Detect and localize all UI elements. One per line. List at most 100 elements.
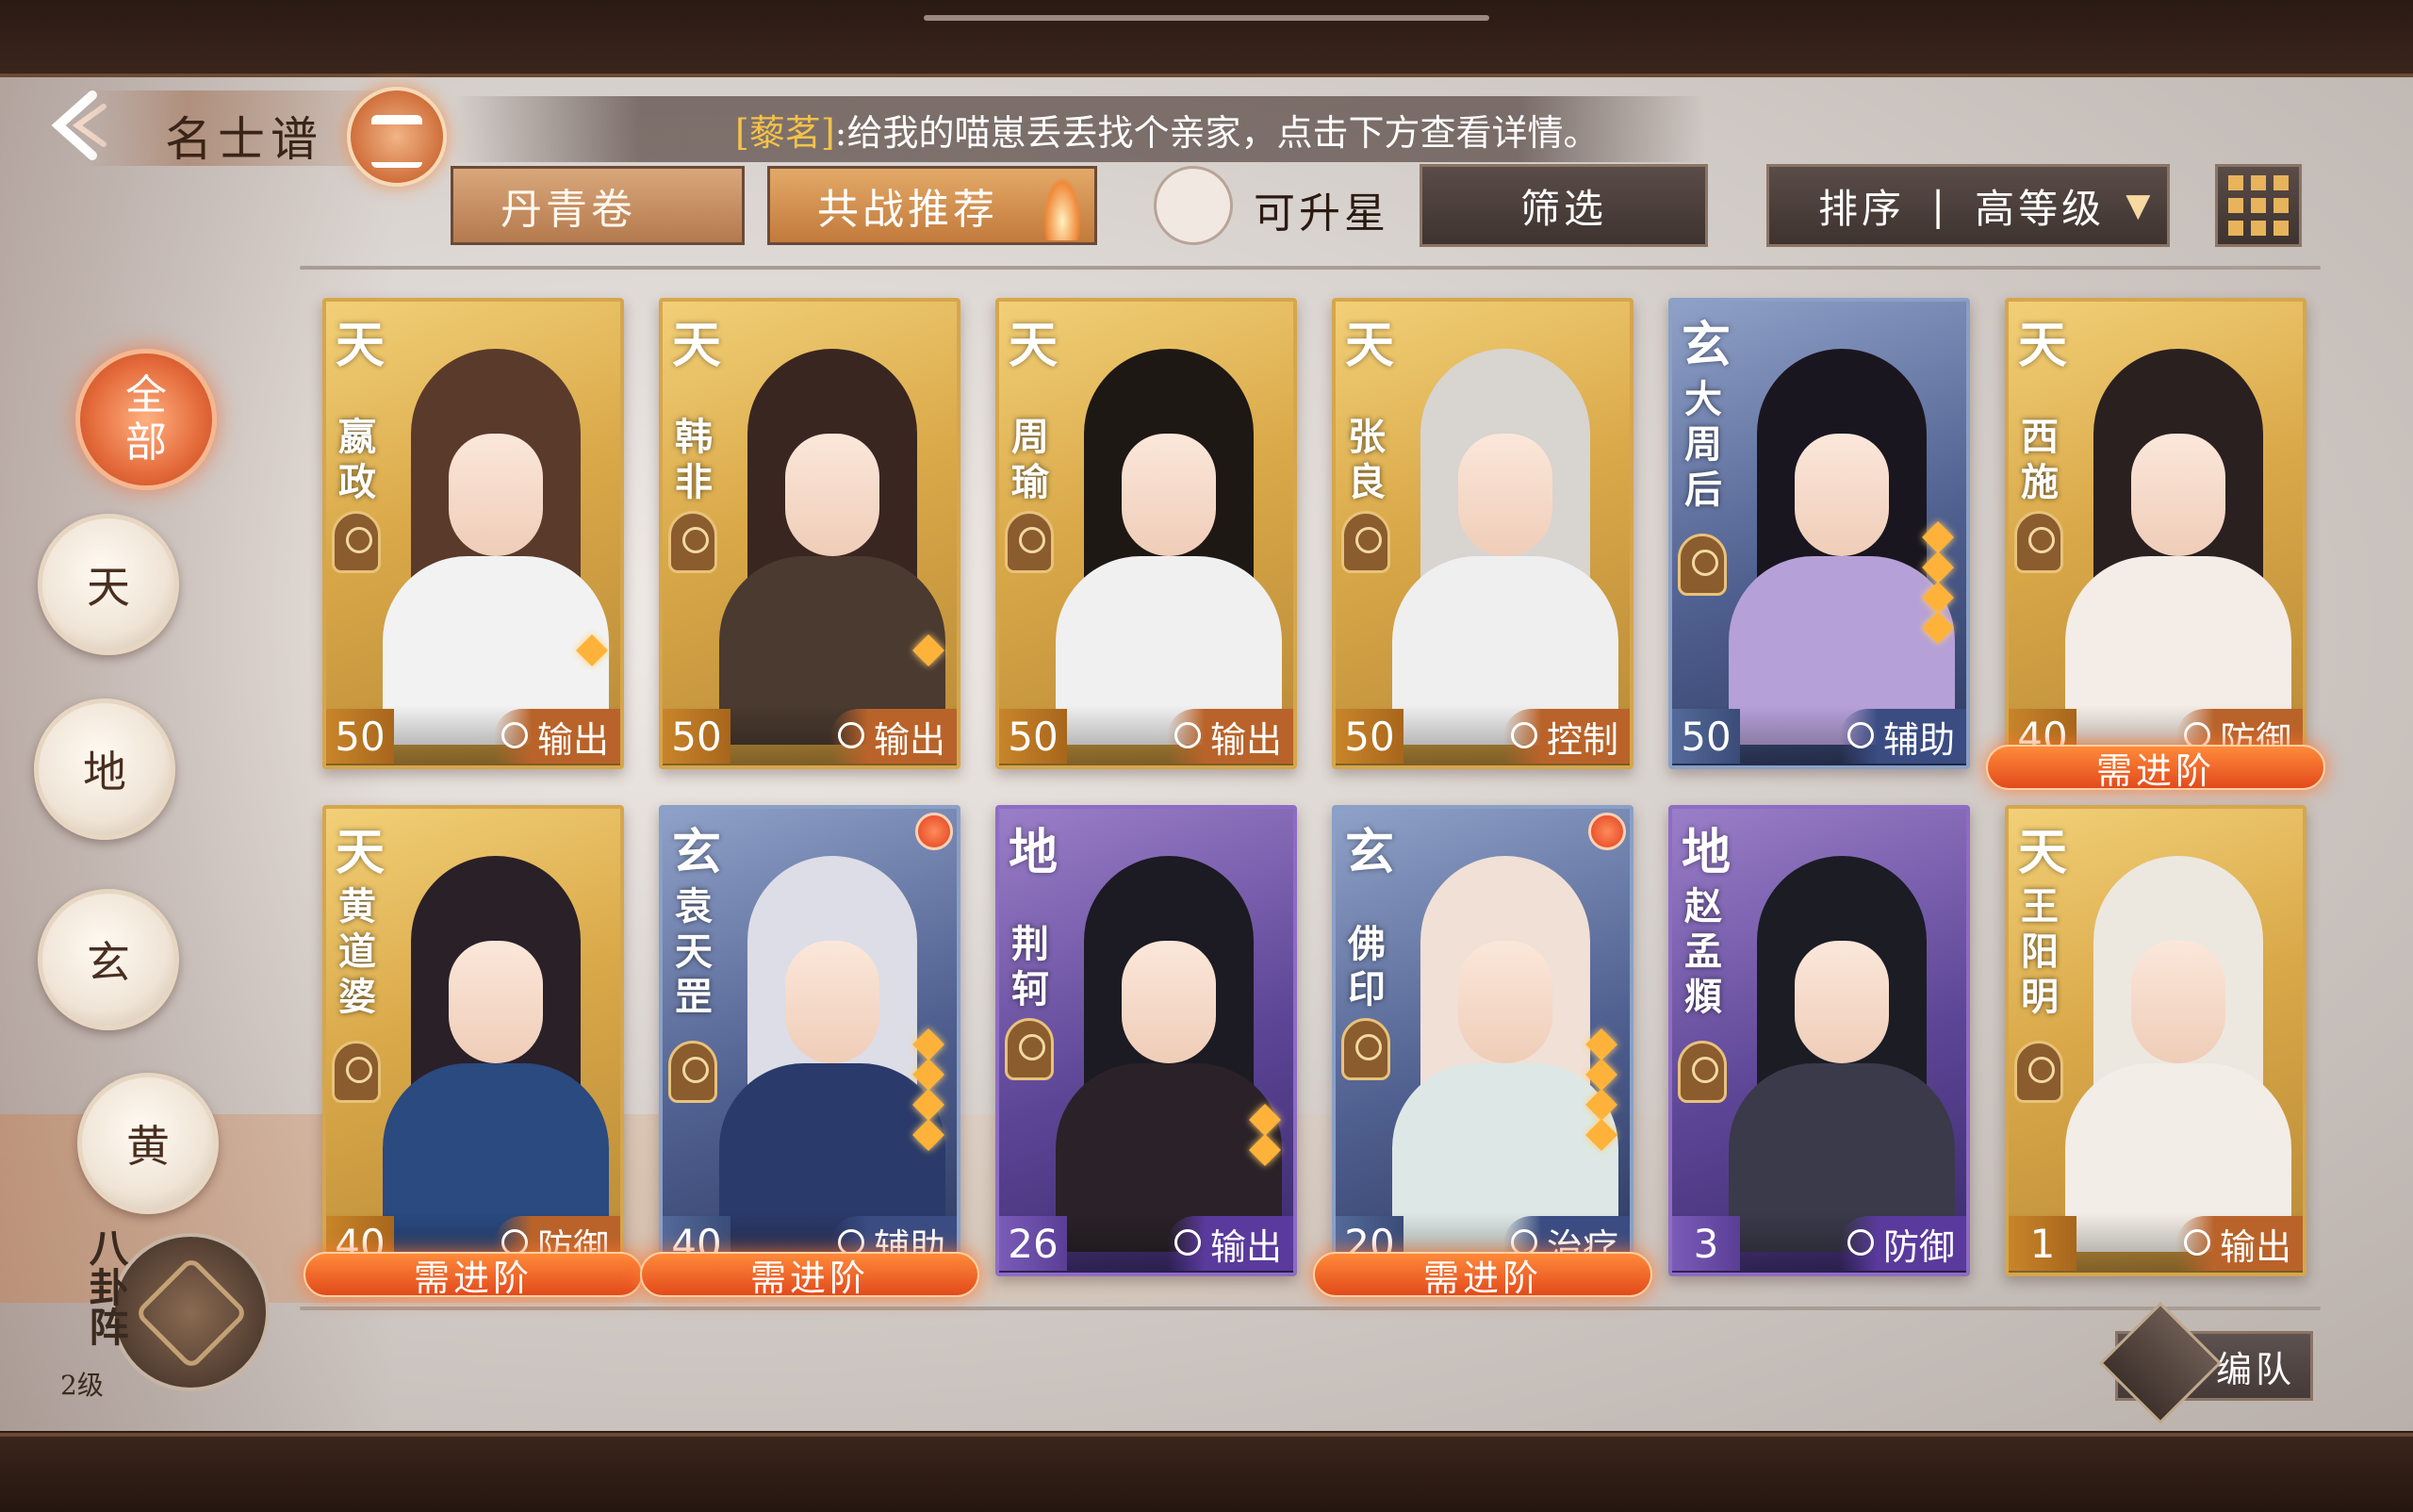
hero-card[interactable]: 天周瑜 50 输出 [995,298,1297,769]
role-icon [1510,722,1537,748]
star-icon [1922,551,1954,583]
card-footer: 26 输出 [999,1212,1293,1273]
card-footer: 50 输出 [326,705,620,765]
star-rating [1249,1101,1281,1169]
rarity-badge: 天 [1345,317,1395,374]
hero-portrait [700,837,945,1252]
filter-button[interactable]: 筛选 [1420,164,1708,247]
hero-card[interactable]: 玄佛印 20 治疗 [1332,805,1633,1276]
hero-level: 50 [1672,709,1740,764]
role-label: 辅助 [1882,718,1955,761]
bagua-level: 2级 [60,1370,104,1401]
hero-face [1795,434,1889,556]
hero-face [1795,941,1889,1063]
hero-portrait [1373,330,1618,745]
star-icon [1585,1119,1617,1151]
hero-name: 黄道婆 [338,884,376,1019]
card-footer: 50 辅助 [1672,705,1966,765]
filter-label: 筛选 [1519,185,1607,232]
hero-card[interactable]: 天韩非 50 输出 [659,298,960,769]
hero-name: 周瑜 [1011,415,1049,504]
role-label: 输出 [873,718,945,761]
hero-name: 嬴政 [338,415,376,504]
top-divider [300,266,2321,270]
role-label: 输出 [2219,1225,2291,1268]
hero-card[interactable]: 天王阳明 1 输出 [2005,805,2306,1276]
rarity-filter-di[interactable]: 地 [34,698,175,840]
needs-advance-button[interactable]: 需进阶 [640,1252,979,1299]
hero-face [2131,941,2225,1063]
notification-dot-icon [1588,813,1626,850]
tab-danqing-scroll[interactable]: 丹青卷 [451,166,745,245]
rarity-badge: 天 [336,317,386,374]
rarity-filter-xuan[interactable]: 玄 [38,889,179,1030]
hero-card[interactable]: 天张良 50 控制 [1332,298,1633,769]
hero-portrait [1037,837,1282,1252]
star-icon [1922,582,1954,614]
hero-card[interactable]: 天嬴政 50 输出 [322,298,624,769]
window-grabber[interactable] [924,15,1489,21]
hero-role: 输出 [493,709,620,764]
star-icon [576,634,608,666]
role-label: 防御 [1882,1225,1955,1268]
star-up-label: 可升星 [1254,189,1389,238]
tab-danqing-label: 丹青卷 [501,186,636,234]
hero-level: 50 [663,709,730,764]
role-label: 输出 [1209,718,1282,761]
needs-advance-button[interactable]: 需进阶 [1986,745,2325,792]
star-up-checkbox[interactable] [1154,166,1233,245]
hero-face [1458,434,1552,556]
hero-level: 50 [1336,709,1403,764]
rarity-filter-xuan-label: 玄 [87,937,130,988]
card-footer: 50 输出 [999,705,1293,765]
hero-card[interactable]: 天西施 40 防御 [2005,298,2306,769]
hero-card[interactable]: 玄袁天罡 40 辅助 [659,805,960,1276]
hero-card[interactable]: 天黄道婆 40 防御 [322,805,624,1276]
hero-level: 1 [2009,1216,2076,1271]
pavilion-emblem-icon[interactable] [347,87,447,187]
role-label: 输出 [536,718,609,761]
needs-advance-button[interactable]: 需进阶 [304,1252,643,1299]
tab-co-battle-recommend[interactable]: 共战推荐 [767,166,1097,245]
bagua-formation-icon[interactable] [111,1233,270,1391]
rarity-badge: 玄 [1682,317,1732,374]
rarity-badge: 天 [2018,824,2068,881]
faction-emblem-icon [2014,511,2063,573]
rarity-filter-all[interactable]: 全部 [75,349,217,490]
faction-emblem-icon [1678,1041,1727,1103]
grid-view-button[interactable] [2215,164,2302,247]
rarity-badge: 玄 [672,824,722,881]
hero-portrait [2046,837,2291,1252]
sort-dropdown[interactable]: 排序 | 高等级 ▼ [1766,164,2170,247]
faction-emblem-icon [1341,511,1390,573]
sort-value: 高等级 [1975,185,2106,232]
star-rating [576,632,608,669]
hero-card[interactable]: 玄大周后 50 辅助 [1668,298,1970,769]
star-icon [1249,1104,1281,1136]
notice-text[interactable]: [藜茗]:给我的喵崽丢丢找个亲家，点击下方查看详情。 [735,104,1599,156]
hero-portrait [364,330,609,745]
hero-name: 大周后 [1684,377,1722,512]
faction-emblem-icon [1005,1018,1054,1080]
rarity-filter-huang[interactable]: 黄 [77,1073,219,1214]
star-rating [1922,518,1954,647]
rarity-filter-tian[interactable]: 天 [38,514,179,655]
role-label: 控制 [1546,718,1618,761]
hero-card[interactable]: 地赵孟頫 3 防御 [1668,805,1970,1276]
hero-role: 辅助 [1839,709,1966,764]
rarity-badge: 天 [672,317,722,374]
top-frame [0,0,2413,77]
rarity-filter-huang-label: 黄 [126,1121,170,1172]
needs-advance-button[interactable]: 需进阶 [1313,1252,1652,1299]
role-icon [2183,1229,2210,1256]
role-icon [1174,1229,1201,1256]
faction-emblem-icon [2014,1041,2063,1103]
star-icon [1922,612,1954,644]
faction-emblem-icon [668,1041,717,1103]
grid-view-icon [2228,175,2289,236]
hero-card[interactable]: 地荆轲 26 输出 [995,805,1297,1276]
hero-level: 26 [999,1216,1067,1271]
hero-portrait [700,330,945,745]
role-icon [837,722,864,748]
hero-name: 韩非 [675,415,713,504]
